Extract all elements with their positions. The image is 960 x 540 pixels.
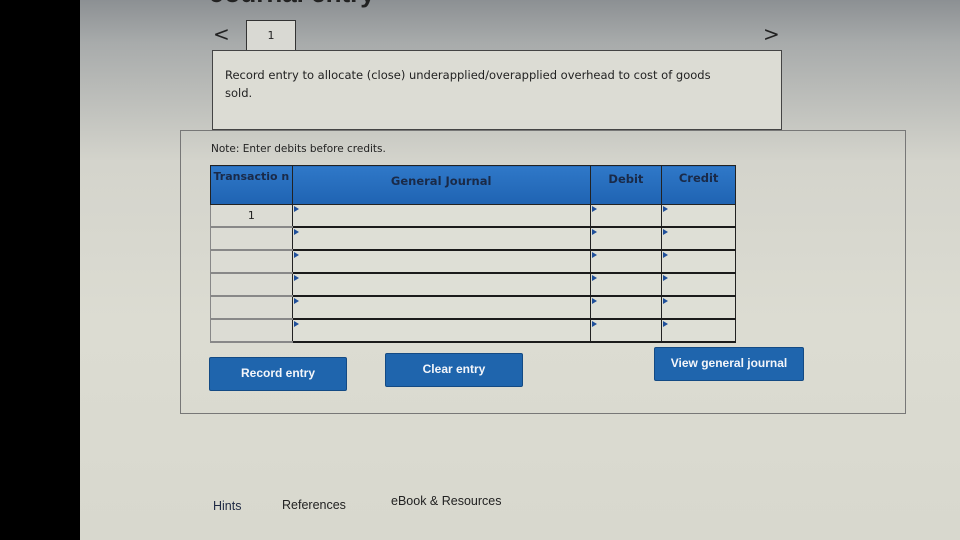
debit-cell (589, 295, 663, 320)
credit-input[interactable] (662, 320, 735, 341)
dropdown-marker-icon (591, 252, 597, 258)
column-header-transaction: Transactio n (210, 165, 293, 205)
column-header-general-journal: General Journal (291, 165, 591, 205)
transaction-cell (210, 226, 293, 251)
dropdown-marker-icon (293, 275, 299, 281)
debit-input[interactable] (590, 205, 662, 226)
note-text: Note: Enter debits before credits. (211, 143, 386, 155)
dropdown-marker-icon (663, 321, 669, 327)
dropdown-marker-icon (591, 206, 597, 212)
debit-input[interactable] (590, 297, 662, 318)
debit-cell (589, 318, 663, 343)
credit-cell (661, 226, 736, 251)
column-header-credit: Credit (661, 165, 736, 205)
debit-input[interactable] (590, 274, 662, 295)
account-input[interactable] (292, 320, 590, 341)
debit-cell (589, 204, 663, 228)
transaction-cell (210, 272, 293, 297)
account-cell (291, 226, 591, 251)
debit-cell (589, 272, 663, 297)
table-row (210, 272, 736, 297)
view-general-journal-button[interactable]: View general journal (654, 347, 804, 381)
credit-input[interactable] (662, 251, 735, 272)
transaction-cell: 1 (210, 204, 293, 228)
table-row: 1 (210, 204, 736, 228)
dropdown-marker-icon (293, 206, 299, 212)
journal-table: Transactio n General Journal Debit Credi… (210, 165, 736, 343)
credit-input[interactable] (662, 228, 735, 249)
account-input[interactable] (292, 251, 590, 272)
credit-input[interactable] (662, 297, 735, 318)
account-input[interactable] (292, 205, 590, 226)
dropdown-marker-icon (663, 252, 669, 258)
account-cell (291, 295, 591, 320)
dropdown-marker-icon (293, 298, 299, 304)
debit-input[interactable] (590, 251, 662, 272)
dropdown-marker-icon (591, 321, 597, 327)
dropdown-marker-icon (591, 229, 597, 235)
account-cell (291, 272, 591, 297)
references-link[interactable]: References (282, 498, 346, 512)
hints-link[interactable]: Hints (213, 499, 241, 513)
clear-entry-button[interactable]: Clear entry (385, 353, 523, 387)
record-entry-button[interactable]: Record entry (209, 357, 347, 391)
dropdown-marker-icon (663, 229, 669, 235)
prompt-text: Record entry to allocate (close) underap… (225, 68, 711, 100)
account-cell (291, 204, 591, 228)
transaction-cell (210, 295, 293, 320)
debit-cell (589, 226, 663, 251)
chevron-right-icon[interactable]: > (763, 22, 780, 46)
credit-cell (661, 318, 736, 343)
dropdown-marker-icon (591, 275, 597, 281)
table-row (210, 295, 736, 320)
page-title: Journal entry (210, 0, 375, 9)
dropdown-marker-icon (663, 206, 669, 212)
ebook-resources-link[interactable]: eBook & Resources (391, 494, 501, 508)
column-header-debit: Debit (589, 165, 663, 205)
credit-cell (661, 272, 736, 297)
debit-cell (589, 249, 663, 274)
credit-cell (661, 249, 736, 274)
dropdown-marker-icon (663, 275, 669, 281)
debit-input[interactable] (590, 228, 662, 249)
dropdown-marker-icon (293, 252, 299, 258)
dropdown-marker-icon (293, 321, 299, 327)
table-row (210, 249, 736, 274)
account-input[interactable] (292, 228, 590, 249)
table-row (210, 318, 736, 343)
chevron-left-icon[interactable]: < (213, 22, 230, 46)
table-row (210, 226, 736, 251)
account-input[interactable] (292, 274, 590, 295)
dropdown-marker-icon (591, 298, 597, 304)
credit-cell (661, 295, 736, 320)
credit-cell (661, 204, 736, 228)
journal-body: 1 (210, 204, 736, 343)
transaction-cell (210, 318, 293, 343)
prompt-box: Record entry to allocate (close) underap… (212, 50, 782, 130)
account-cell (291, 249, 591, 274)
transaction-cell (210, 249, 293, 274)
dropdown-marker-icon (293, 229, 299, 235)
credit-input[interactable] (662, 274, 735, 295)
account-cell (291, 318, 591, 343)
debit-input[interactable] (590, 320, 662, 341)
credit-input[interactable] (662, 205, 735, 226)
dropdown-marker-icon (663, 298, 669, 304)
screen: Journal entry < 1 > Record entry to allo… (80, 0, 960, 540)
account-input[interactable] (292, 297, 590, 318)
